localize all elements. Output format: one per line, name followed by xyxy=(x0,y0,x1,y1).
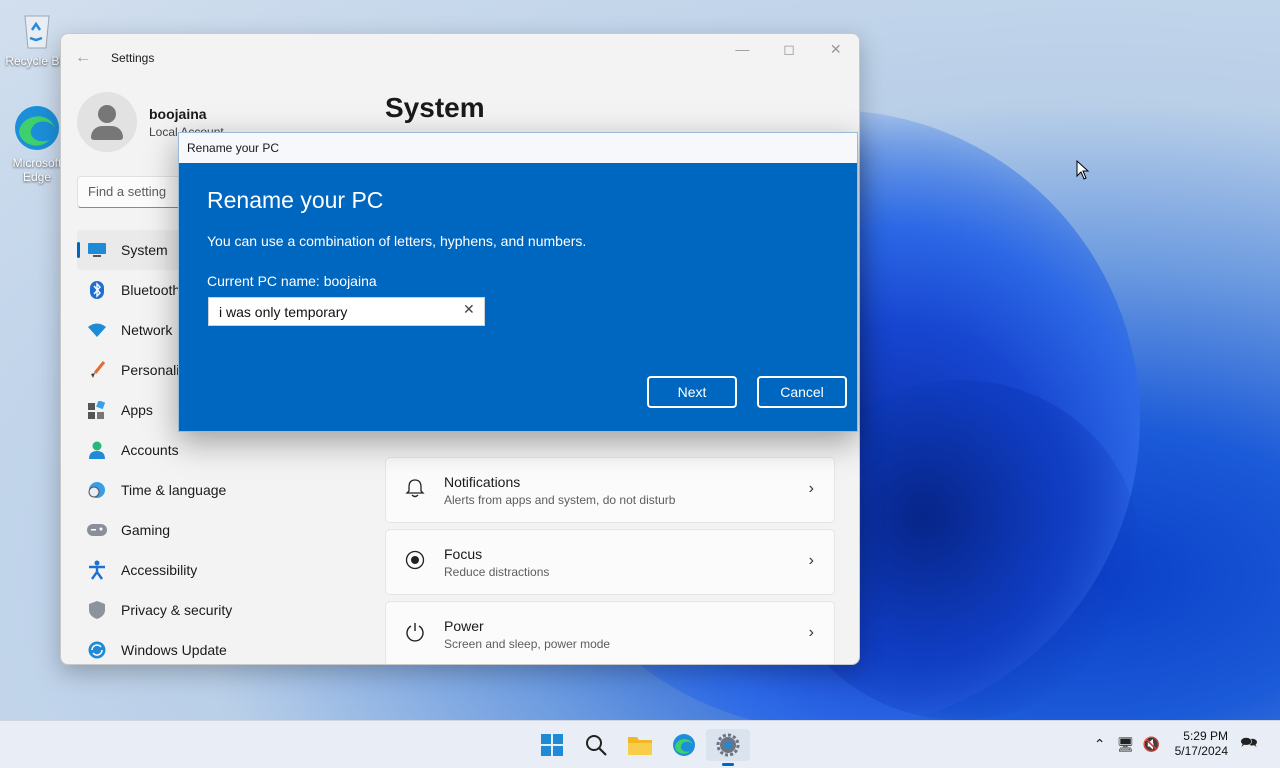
chevron-up-icon[interactable]: ⌃ xyxy=(1087,736,1113,753)
pc-name-input[interactable] xyxy=(208,297,485,326)
monitor-icon xyxy=(87,240,107,260)
sidebar-item-accounts[interactable]: Accounts xyxy=(77,430,377,470)
sidebar-item-privacy-security[interactable]: Privacy & security xyxy=(77,590,377,630)
chevron-right-icon: › xyxy=(808,480,814,497)
dialog-title-bar: Rename your PC xyxy=(179,133,857,163)
update-icon xyxy=(87,640,107,660)
settings-card-power[interactable]: Power Screen and sleep, power mode › xyxy=(385,601,835,664)
taskbar-apps xyxy=(530,729,750,766)
settings-card-focus[interactable]: Focus Reduce distractions › xyxy=(385,529,835,595)
edge-icon xyxy=(15,106,59,150)
person-icon xyxy=(87,440,107,460)
card-subtitle: Reduce distractions xyxy=(444,564,550,579)
search-button[interactable] xyxy=(574,729,618,761)
notification-icon[interactable]: 🗪 xyxy=(1236,732,1262,756)
start-button[interactable] xyxy=(530,729,574,761)
chevron-right-icon: › xyxy=(808,624,814,641)
card-title: Focus xyxy=(444,545,483,562)
sidebar-item-label: Privacy & security xyxy=(121,602,233,618)
sidebar-item-label: Network xyxy=(121,322,173,338)
speaker-muted-icon[interactable]: 🔇 xyxy=(1139,736,1165,753)
sidebar-item-label: Windows Update xyxy=(121,642,227,658)
settings-card-notifications[interactable]: Notifications Alerts from apps and syste… xyxy=(385,457,835,523)
file-explorer-button[interactable] xyxy=(618,729,662,761)
close-icon[interactable]: ✕ xyxy=(812,40,859,58)
window-title: Settings xyxy=(111,51,155,65)
clear-input-icon[interactable]: ✕ xyxy=(463,301,475,318)
sidebar-item-label: Accounts xyxy=(121,442,179,458)
clock[interactable]: 5:29 PM 5/17/2024 xyxy=(1175,729,1228,759)
back-arrow-icon[interactable]: ← xyxy=(75,49,111,67)
shield-icon xyxy=(87,600,107,620)
clock-time: 5:29 PM xyxy=(1183,729,1228,743)
maximize-icon[interactable]: ◻ xyxy=(766,40,813,58)
next-button[interactable]: Next xyxy=(647,376,737,408)
dialog-description: You can use a combination of letters, hy… xyxy=(207,233,587,249)
search-icon xyxy=(586,735,607,756)
card-subtitle: Screen and sleep, power mode xyxy=(444,636,611,651)
page-title: System xyxy=(385,92,485,123)
sidebar-item-label: Personaliz xyxy=(121,362,187,378)
rename-pc-dialog: Rename your PC Rename your PC You can us… xyxy=(178,132,858,432)
avatar xyxy=(77,92,137,152)
apps-icon xyxy=(87,400,107,420)
sidebar-item-label: Gaming xyxy=(121,522,171,538)
minimize-icon[interactable]: — xyxy=(719,40,766,58)
sidebar-item-accessibility[interactable]: Accessibility xyxy=(77,550,377,590)
wifi-icon xyxy=(87,320,107,340)
sidebar-item-windows-update[interactable]: Windows Update xyxy=(77,630,377,664)
network-monitor-icon[interactable]: 🖥 xyxy=(1113,736,1139,753)
file-explorer-icon xyxy=(628,737,652,755)
sidebar-item-time-language[interactable]: Time & language xyxy=(77,470,377,510)
mouse-cursor-icon xyxy=(1076,160,1090,180)
sidebar-item-label: Time & language xyxy=(121,482,227,498)
settings-button[interactable] xyxy=(706,729,750,766)
sidebar-item-label: System xyxy=(121,242,168,258)
system-tray: ⌃ 🖥 🔇 5:29 PM 5/17/2024 🗪 xyxy=(1087,729,1262,759)
current-pc-name: Current PC name: boojaina xyxy=(207,273,377,289)
taskbar: ⌃ 🖥 🔇 5:29 PM 5/17/2024 🗪 xyxy=(0,720,1280,768)
edge-icon xyxy=(673,734,695,756)
chevron-right-icon: › xyxy=(808,552,814,569)
card-subtitle: Alerts from apps and system, do not dist… xyxy=(444,492,676,507)
card-title: Power xyxy=(444,617,484,634)
focus-icon xyxy=(386,550,444,575)
brush-icon xyxy=(87,360,107,380)
gamepad-icon xyxy=(87,520,107,540)
recycle-bin-icon xyxy=(24,15,50,49)
card-title: Notifications xyxy=(444,473,521,490)
sidebar-item-label: Accessibility xyxy=(121,562,198,578)
desktop-icon-label: Microsoft Edge xyxy=(12,156,62,184)
sidebar-item-gaming[interactable]: Gaming xyxy=(77,510,377,550)
cancel-button[interactable]: Cancel xyxy=(757,376,847,408)
profile-name: boojaina xyxy=(149,105,207,122)
clock-date: 5/17/2024 xyxy=(1174,744,1228,758)
edge-button[interactable] xyxy=(662,729,706,761)
accessibility-icon xyxy=(87,560,107,580)
globe-clock-icon xyxy=(87,480,107,500)
power-icon xyxy=(386,622,444,647)
start-icon xyxy=(541,734,563,756)
sidebar-item-label: Bluetooth xyxy=(121,282,181,298)
settings-icon xyxy=(716,733,740,757)
bell-icon xyxy=(386,478,444,503)
bluetooth-icon xyxy=(87,280,107,300)
dialog-heading: Rename your PC xyxy=(207,187,384,213)
sidebar-item-label: Apps xyxy=(121,402,153,418)
window-controls: — ◻ ✕ xyxy=(719,40,859,58)
